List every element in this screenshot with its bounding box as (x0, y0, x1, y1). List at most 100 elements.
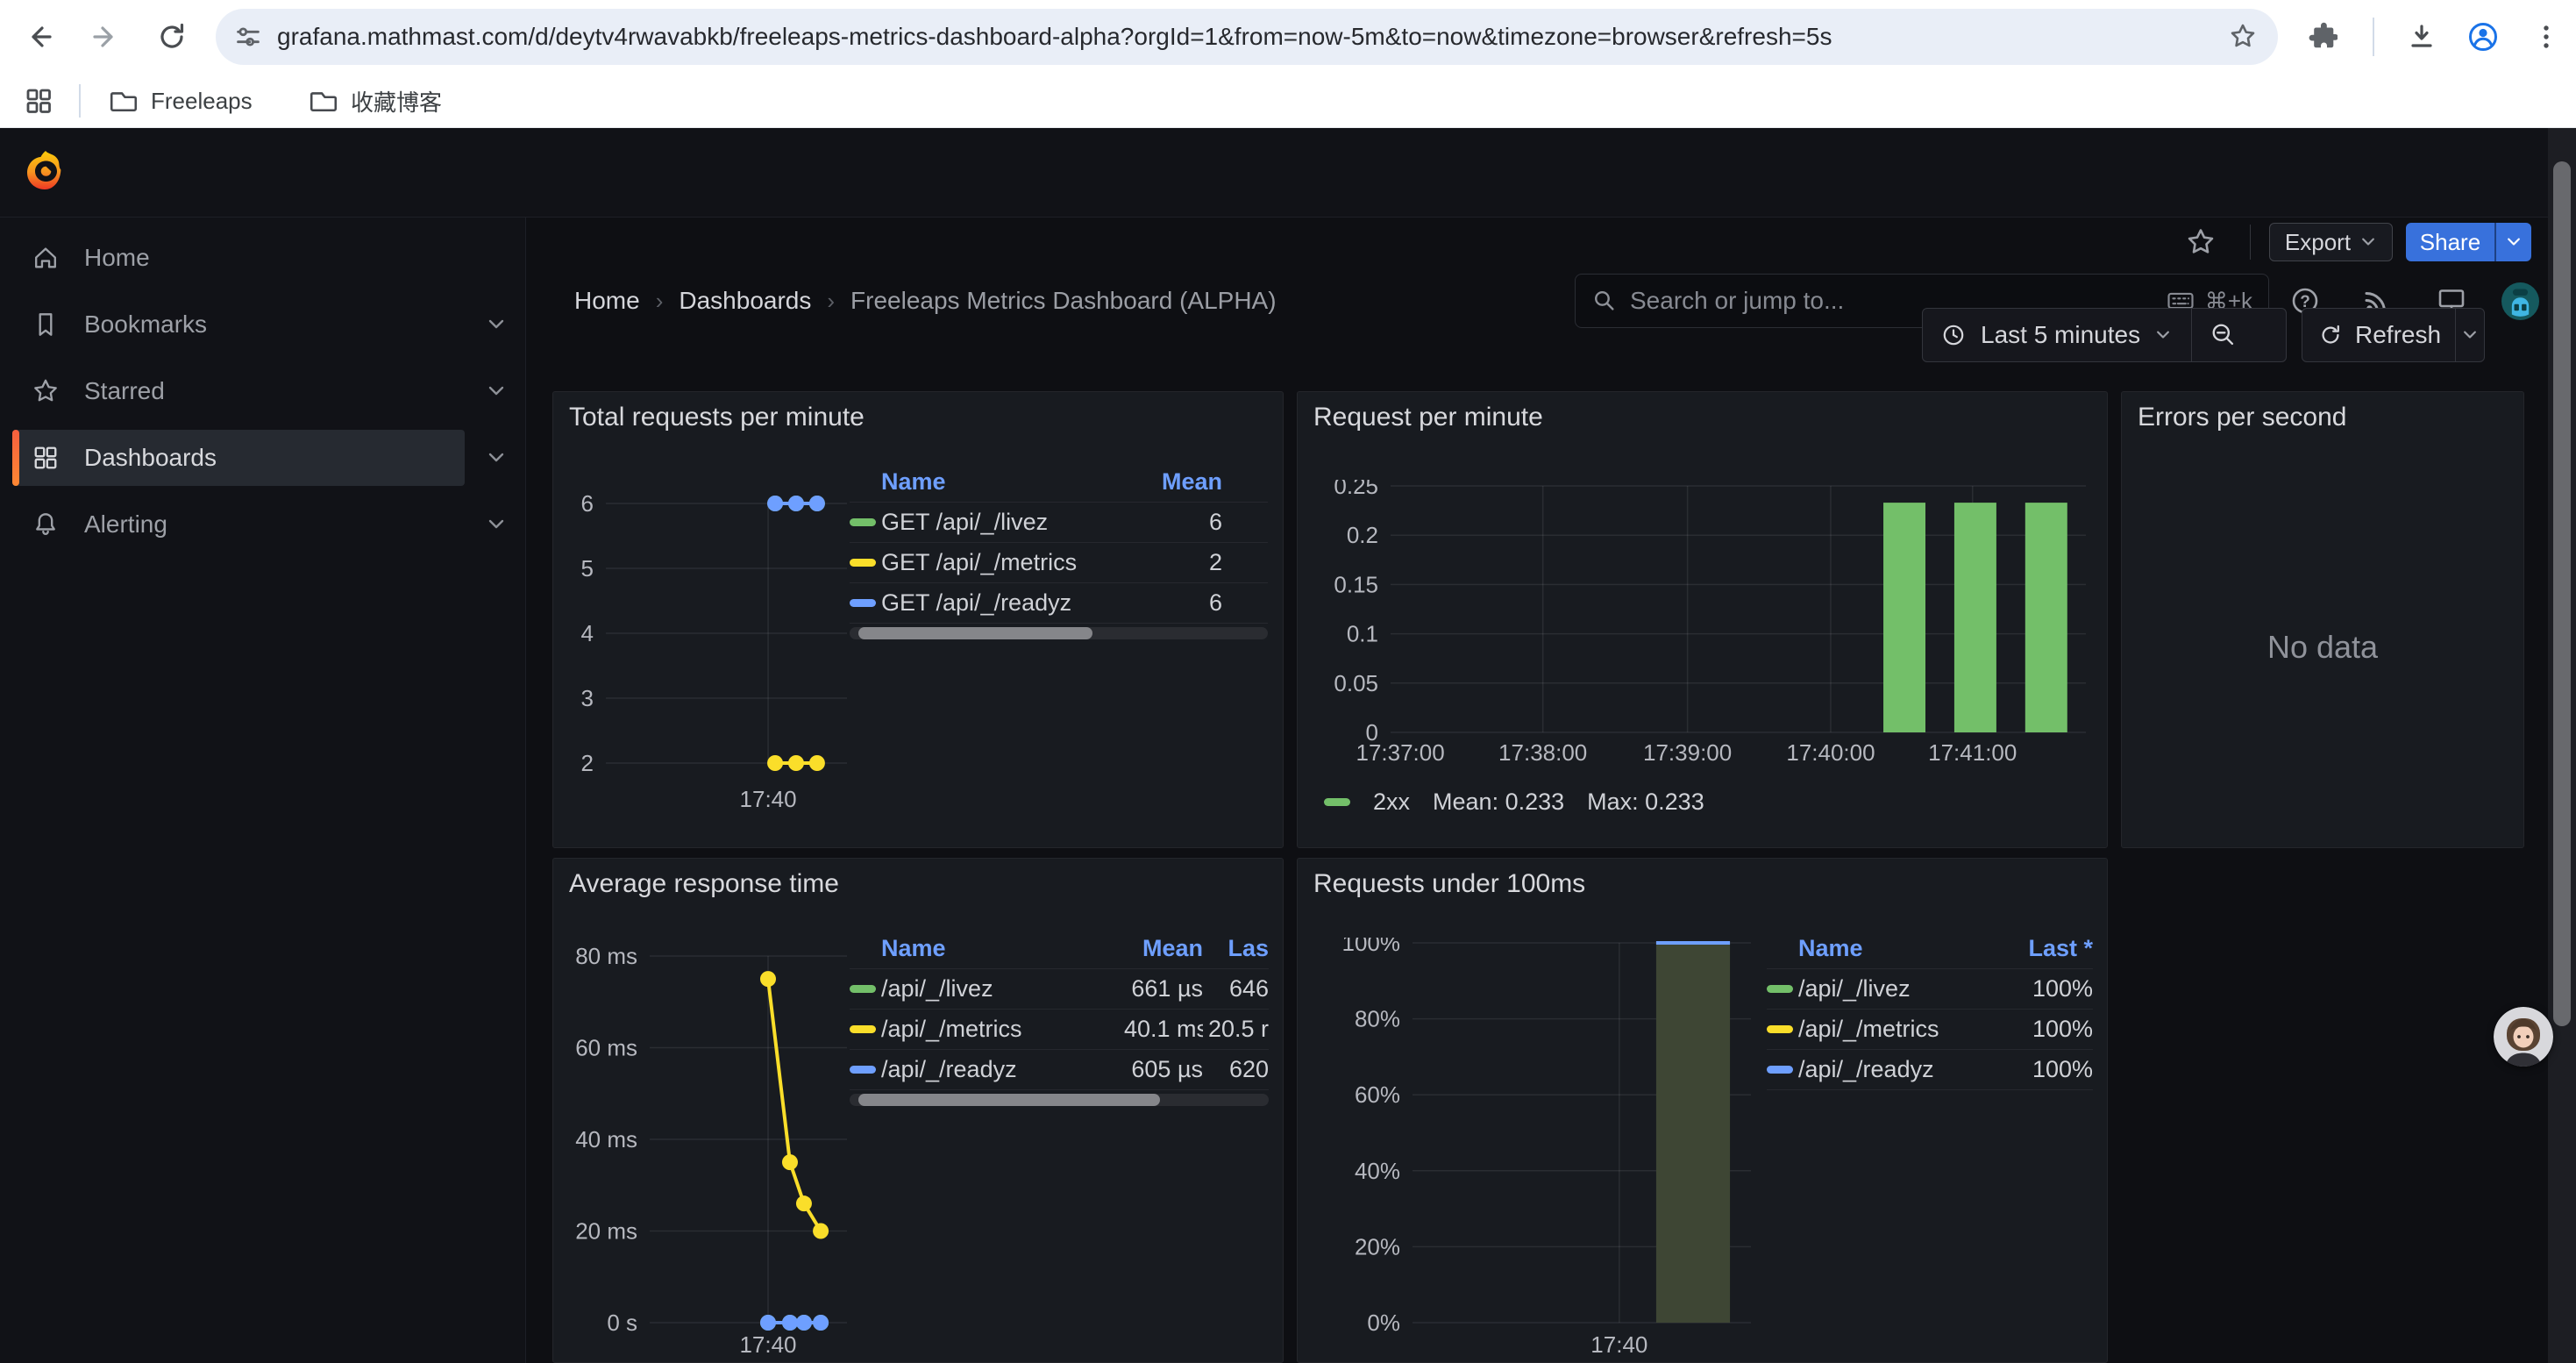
chevron-down-icon[interactable] (2505, 237, 2523, 247)
url-text[interactable]: grafana.mathmast.com/d/deytv4rwavabkb/fr… (277, 23, 2225, 51)
chevron-down-icon[interactable] (486, 517, 507, 532)
legend-mean: Mean: 0.233 (1433, 789, 1564, 816)
menu-kebab-icon[interactable] (2529, 19, 2564, 54)
page-scrollbar-thumb[interactable] (2553, 161, 2571, 1026)
sidebar-item-home[interactable]: Home (12, 230, 465, 286)
bookmarks-bar: Freeleaps 收藏博客 (0, 74, 2576, 128)
apps-grid-icon[interactable] (21, 83, 56, 118)
legend-cell: Mean (1124, 935, 1203, 962)
user-avatar[interactable] (2501, 282, 2539, 320)
breadcrumb-dashboards[interactable]: Dashboards (679, 287, 811, 315)
address-bar[interactable]: grafana.mathmast.com/d/deytv4rwavabkb/fr… (216, 9, 2278, 65)
legend-row[interactable]: /api/_/metrics100% (1767, 1010, 2093, 1050)
cartoon-avatar-icon (2494, 1007, 2553, 1067)
time-range-picker[interactable]: Last 5 minutes (1922, 308, 2287, 362)
legend-cell: 646 (1203, 975, 1269, 1003)
legend-swatch (850, 1066, 876, 1074)
sidebar-item-dashboards[interactable]: Dashboards (12, 430, 465, 486)
share-button[interactable]: Share (2406, 223, 2531, 261)
chevron-down-icon[interactable] (486, 384, 507, 398)
export-button[interactable]: Export (2269, 223, 2393, 261)
legend-row[interactable]: GET /api/_/metrics2 (850, 543, 1268, 583)
average-response-time-chart[interactable]: 80 ms60 ms40 ms20 ms0 s17:40 (571, 946, 856, 1359)
bookmark-folder-blogs[interactable]: 收藏博客 (307, 83, 442, 118)
bookmark-folder-freeleaps[interactable]: Freeleaps (107, 83, 253, 118)
svg-text:80 ms: 80 ms (575, 946, 637, 969)
chevron-down-icon[interactable] (486, 451, 507, 465)
legend-cell: 40.1 ms (1124, 1016, 1203, 1043)
extensions-icon[interactable] (2302, 19, 2338, 54)
svg-text:0.2: 0.2 (1347, 522, 1378, 548)
breadcrumb-home[interactable]: Home (574, 287, 640, 315)
legend-cell: 2 (1138, 549, 1222, 576)
toolbar-divider (2373, 18, 2374, 56)
folder-icon (307, 84, 340, 118)
svg-text:17:37:00: 17:37:00 (1356, 739, 1444, 766)
grafana-header: Grafana Home › Dashboards › Freeleaps Me… (0, 128, 2576, 218)
legend-row[interactable]: /api/_/readyz100% (1767, 1050, 2093, 1090)
no-data-message: No data (2122, 629, 2523, 666)
site-settings-icon[interactable] (231, 20, 265, 54)
favorite-star-icon[interactable] (2183, 225, 2218, 260)
panel-title[interactable]: Total requests per minute (569, 403, 865, 432)
legend-row[interactable]: /api/_/livez661 µs646 (850, 969, 1269, 1010)
panel-requests-under-100ms[interactable]: Requests under 100ms 100%80%60%40%20%0%1… (1297, 858, 2108, 1363)
svg-text:0 s: 0 s (607, 1309, 637, 1336)
sidebar-item-alerting[interactable]: Alerting (12, 496, 465, 553)
bookmark-star-icon[interactable] (2225, 19, 2260, 54)
bell-icon (30, 509, 61, 540)
legend-cell: GET /api/_/livez (881, 509, 1138, 536)
profile-icon[interactable] (2466, 19, 2501, 54)
back-icon[interactable] (22, 19, 57, 54)
legend-row[interactable]: /api/_/metrics40.1 ms20.5 r (850, 1010, 1269, 1050)
forward-icon[interactable] (88, 19, 123, 54)
breadcrumb-current: Freeleaps Metrics Dashboard (ALPHA) (850, 287, 1277, 315)
time-range-label: Last 5 minutes (1981, 321, 2140, 349)
svg-text:17:40: 17:40 (1590, 1331, 1647, 1358)
legend-inline[interactable]: 2xx Mean: 0.233 Max: 0.233 (1324, 789, 1704, 816)
legend-swatch (850, 1025, 876, 1033)
panel-title[interactable]: Requests under 100ms (1313, 869, 1585, 899)
chevron-down-icon[interactable] (2461, 330, 2479, 340)
download-icon[interactable] (2404, 19, 2439, 54)
panel-average-response-time[interactable]: Average response time 80 ms60 ms40 ms20 … (552, 858, 1284, 1363)
bookmark-icon (30, 309, 61, 340)
star-icon (30, 375, 61, 407)
panel-title[interactable]: Errors per second (2138, 403, 2346, 432)
panel-errors-per-second[interactable]: Errors per second No data (2121, 391, 2524, 848)
reload-icon[interactable] (154, 19, 189, 54)
total-requests-chart[interactable]: 6543217:40 (571, 480, 856, 831)
sidebar-item-starred[interactable]: Starred (12, 363, 465, 419)
assistant-avatar[interactable] (2494, 1007, 2553, 1067)
refresh-button[interactable]: Refresh (2302, 308, 2485, 362)
legend-cell: /api/_/livez (1798, 975, 2005, 1003)
legend-row[interactable]: GET /api/_/readyz6 (850, 583, 1268, 624)
legend-cell: 6 (1138, 509, 1222, 536)
panel-total-requests-per-minute[interactable]: Total requests per minute 6543217:40 Nam… (552, 391, 1284, 848)
sidebar-item-bookmarks[interactable]: Bookmarks (12, 296, 465, 353)
panel-title[interactable]: Request per minute (1313, 403, 1543, 432)
bookmarks-divider (79, 84, 81, 118)
request-per-minute-chart[interactable]: 0.250.20.150.10.05017:37:0017:38:0017:39… (1315, 480, 2091, 831)
legend-swatch (850, 518, 876, 526)
zoom-out-icon[interactable] (2208, 319, 2239, 351)
legend-cell: Name (881, 935, 1124, 962)
scrollbar-thumb[interactable] (858, 1094, 1160, 1106)
folder-icon (107, 84, 140, 118)
legend-cell: Las (1203, 935, 1269, 962)
panel-request-per-minute[interactable]: Request per minute 0.250.20.150.10.05017… (1297, 391, 2108, 848)
legend-row[interactable]: /api/_/livez100% (1767, 969, 2093, 1010)
grafana-logo-icon[interactable] (25, 149, 67, 191)
bookmark-label: 收藏博客 (351, 85, 442, 118)
chevron-down-icon[interactable] (486, 318, 507, 332)
legend-cell: GET /api/_/metrics (881, 549, 1138, 576)
legend-scrollbar[interactable] (850, 627, 1268, 639)
panel-title[interactable]: Average response time (569, 869, 839, 899)
scrollbar-thumb[interactable] (858, 627, 1092, 639)
legend-cell: 20.5 r (1203, 1016, 1269, 1043)
requests-under-100ms-chart[interactable]: 100%80%60%40%20%0%17:40 (1315, 938, 1771, 1359)
legend-cell: /api/_/metrics (881, 1016, 1124, 1043)
legend-row[interactable]: /api/_/readyz605 µs620 (850, 1050, 1269, 1090)
legend-scrollbar[interactable] (850, 1094, 1269, 1106)
legend-row[interactable]: GET /api/_/livez6 (850, 503, 1268, 543)
